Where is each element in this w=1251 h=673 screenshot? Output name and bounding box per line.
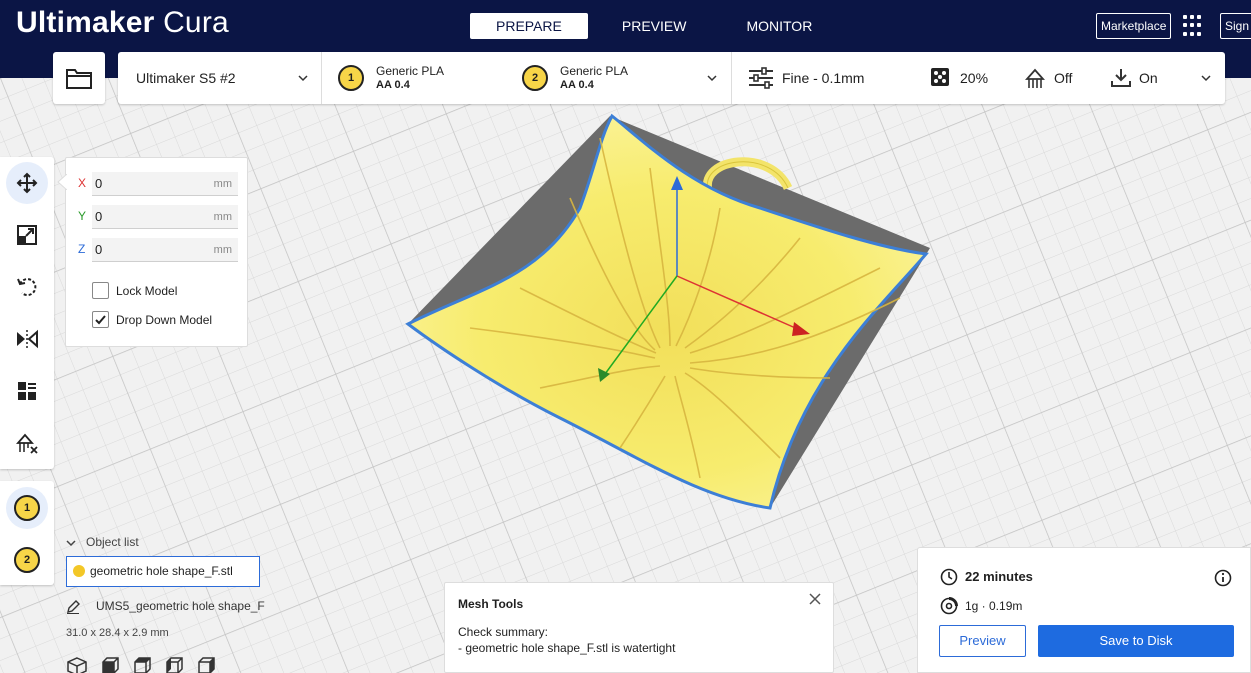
folder-icon xyxy=(66,69,92,89)
front-view-icon[interactable] xyxy=(98,656,120,673)
rotate-icon xyxy=(17,278,37,297)
open-file-button[interactable] xyxy=(53,52,105,104)
checkmark-icon xyxy=(95,315,106,325)
mesh-tools-summary-label: Check summary: xyxy=(458,625,549,639)
support-setting: Off xyxy=(1024,52,1072,104)
app-logo: Ultimaker Cura xyxy=(16,6,229,39)
mirror-icon xyxy=(17,329,38,349)
pencil-icon xyxy=(67,599,80,614)
nozzle-size: AA 0.4 xyxy=(376,79,410,91)
close-icon[interactable] xyxy=(809,593,821,605)
y-coordinate-input[interactable]: 0 mm xyxy=(92,205,238,229)
scale-tool[interactable] xyxy=(6,214,48,256)
mesh-tools-summary-item: - geometric hole shape_F.stl is watertig… xyxy=(458,641,676,655)
y-axis-label: Y xyxy=(78,209,87,223)
z-coordinate-row: Z 0 mm xyxy=(78,238,238,262)
chevron-down-icon xyxy=(298,75,308,82)
left-view-icon[interactable] xyxy=(162,656,184,673)
configuration-bar: Ultimaker S5 #2 1 Generic PLA AA 0.4 2 G… xyxy=(118,52,1225,104)
chevron-down-icon[interactable] xyxy=(707,73,717,83)
save-to-disk-button[interactable]: Save to Disk xyxy=(1038,625,1234,657)
extruder-selector: 1 2 xyxy=(0,481,54,585)
adhesion-setting: On xyxy=(1110,52,1158,104)
support-blocker-icon xyxy=(16,433,38,454)
nozzle-size: AA 0.4 xyxy=(560,79,594,91)
lock-model-checkbox[interactable] xyxy=(92,282,109,299)
x-coordinate-input[interactable]: 0 mm xyxy=(92,172,238,196)
support-label: Off xyxy=(1054,70,1073,86)
profile-label: Fine - 0.1mm xyxy=(782,70,865,86)
stage-tabs: PREPARE PREVIEW MONITOR xyxy=(470,13,838,39)
printer-name: Ultimaker S5 #2 xyxy=(136,70,236,86)
chevron-down-icon xyxy=(1201,75,1211,82)
object-list-item[interactable]: geometric hole shape_F.stl xyxy=(66,556,260,587)
extruder-2-selector[interactable]: 2 xyxy=(6,539,48,581)
z-axis-label: Z xyxy=(78,242,86,256)
rotate-tool[interactable] xyxy=(6,266,48,308)
infill-setting: 20% xyxy=(930,52,988,104)
material-name: Generic PLA xyxy=(560,64,629,78)
tool-sidebar xyxy=(0,157,54,469)
object-list-toggle[interactable]: Object list xyxy=(66,535,139,549)
sliders-icon xyxy=(749,67,773,89)
tab-prepare[interactable]: PREPARE xyxy=(470,13,588,39)
per-model-settings-tool[interactable] xyxy=(6,370,48,412)
print-settings-selector[interactable]: Fine - 0.1mm 20% Off On xyxy=(731,52,1225,104)
y-coordinate-row: Y 0 mm xyxy=(78,205,238,229)
infill-icon xyxy=(931,68,949,86)
move-tool[interactable] xyxy=(6,162,48,204)
extruder-badge: 2 xyxy=(522,65,548,91)
support-icon xyxy=(1024,68,1046,88)
clock-icon xyxy=(940,568,958,586)
z-coordinate-input[interactable]: 0 mm xyxy=(92,238,238,262)
preview-button[interactable]: Preview xyxy=(939,625,1026,657)
model-dimensions: 31.0 x 28.4 x 2.9 mm xyxy=(66,627,169,639)
spool-icon xyxy=(940,597,958,615)
x-coordinate-row: X 0 mm xyxy=(78,172,238,196)
move-tool-panel: X 0 mm Y 0 mm Z 0 mm Lock Model Drop Dow… xyxy=(65,157,248,347)
extruder-badge: 1 xyxy=(338,65,364,91)
adhesion-label: On xyxy=(1139,70,1158,86)
x-axis-label: X xyxy=(78,176,87,190)
3d-view-icon[interactable] xyxy=(66,656,88,673)
top-view-icon[interactable] xyxy=(130,656,152,673)
printer-selector[interactable]: Ultimaker S5 #2 xyxy=(118,52,322,104)
view-orientation-buttons xyxy=(66,656,216,673)
material-name: Generic PLA xyxy=(376,64,445,78)
job-name[interactable]: UMS5_geometric hole shape_F xyxy=(66,599,265,614)
profile-setting: Fine - 0.1mm xyxy=(748,52,864,104)
right-view-icon[interactable] xyxy=(194,656,216,673)
print-action-panel: 22 minutes 1g · 0.19m Preview Save to Di… xyxy=(917,547,1251,673)
mesh-tools-message: Mesh Tools Check summary: - geometric ho… xyxy=(444,582,834,673)
print-time: 22 minutes xyxy=(965,569,1033,584)
extruder-color-dot xyxy=(73,565,85,577)
sign-in-button[interactable]: Sign xyxy=(1220,13,1251,39)
per-model-settings-icon xyxy=(18,382,36,400)
apps-grid-icon[interactable] xyxy=(1183,15,1205,37)
mesh-tools-title: Mesh Tools xyxy=(458,597,524,611)
infill-label: 20% xyxy=(960,70,989,86)
info-icon[interactable] xyxy=(1214,569,1232,587)
chevron-down-icon xyxy=(66,540,76,546)
tab-monitor[interactable]: MONITOR xyxy=(720,13,838,39)
adhesion-icon xyxy=(1111,69,1131,87)
panel-pointer xyxy=(57,174,67,190)
mirror-tool[interactable] xyxy=(6,318,48,360)
material-usage: 1g · 0.19m xyxy=(965,599,1023,613)
tab-preview[interactable]: PREVIEW xyxy=(596,13,713,39)
support-blocker-tool[interactable] xyxy=(6,422,48,464)
marketplace-button[interactable]: Marketplace xyxy=(1096,13,1172,39)
move-icon xyxy=(16,172,38,194)
scale-icon xyxy=(17,225,37,245)
extruder-1-selector[interactable]: 1 xyxy=(6,487,48,529)
drop-down-model-checkbox[interactable] xyxy=(92,311,109,328)
